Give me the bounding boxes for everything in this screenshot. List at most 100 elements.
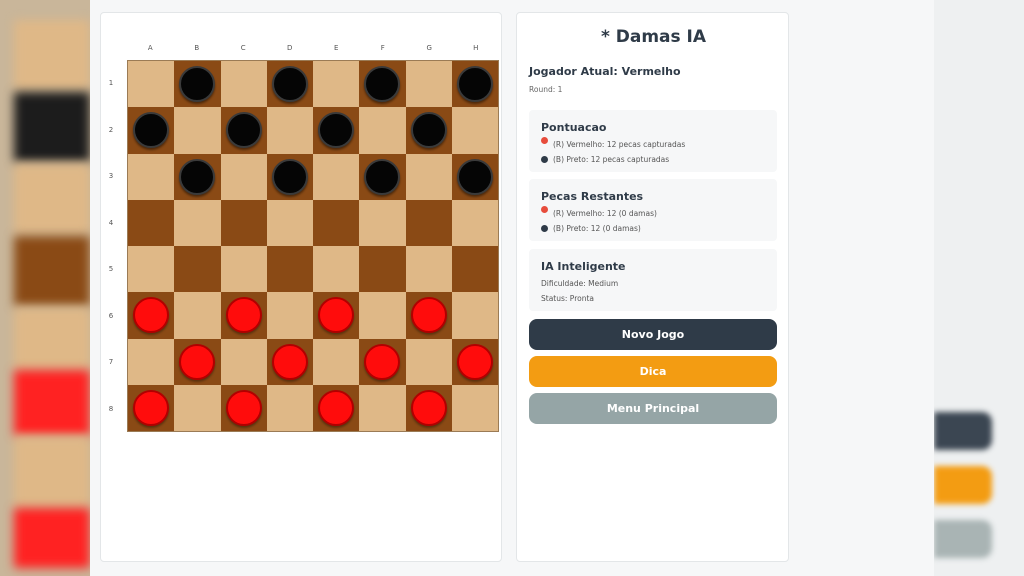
red-piece[interactable] <box>225 389 262 426</box>
board-square-c5[interactable] <box>220 246 267 293</box>
black-dot-icon <box>541 156 548 163</box>
blur-piece <box>14 92 90 162</box>
board-square-g5[interactable] <box>405 246 452 293</box>
board-square-b4[interactable] <box>174 199 221 246</box>
red-piece[interactable] <box>410 297 447 334</box>
board-square-c3[interactable] <box>220 153 267 200</box>
board-square-f3[interactable] <box>359 153 406 200</box>
board-square-h5[interactable] <box>451 246 498 293</box>
board-square-g4[interactable] <box>405 199 452 246</box>
board-square-d1[interactable] <box>266 61 313 108</box>
board-square-a7[interactable] <box>128 338 175 385</box>
board-square-d4[interactable] <box>266 199 313 246</box>
board-square-e7[interactable] <box>313 338 360 385</box>
column-label: C <box>240 44 246 52</box>
board-square-e4[interactable] <box>313 199 360 246</box>
black-piece[interactable] <box>364 158 401 195</box>
new-game-button[interactable]: Novo Jogo <box>529 319 777 350</box>
board-square-b2[interactable] <box>174 107 221 154</box>
board-square-c4[interactable] <box>220 199 267 246</box>
board-square-f6[interactable] <box>359 292 406 339</box>
board-square-e2[interactable] <box>313 107 360 154</box>
black-piece[interactable] <box>364 66 401 103</box>
board-square-g1[interactable] <box>405 61 452 108</box>
black-piece[interactable] <box>456 158 493 195</box>
red-piece[interactable] <box>133 389 170 426</box>
board-square-a8[interactable] <box>128 384 175 431</box>
board-square-a3[interactable] <box>128 153 175 200</box>
red-piece[interactable] <box>179 343 216 380</box>
board-square-b7[interactable] <box>174 338 221 385</box>
board-square-f8[interactable] <box>359 384 406 431</box>
board-square-a1[interactable] <box>128 61 175 108</box>
black-piece[interactable] <box>179 158 216 195</box>
board-square-f7[interactable] <box>359 338 406 385</box>
round-counter: Round: 1 <box>529 85 563 94</box>
board-square-h8[interactable] <box>451 384 498 431</box>
board-square-g3[interactable] <box>405 153 452 200</box>
board-square-d6[interactable] <box>266 292 313 339</box>
board-square-g2[interactable] <box>405 107 452 154</box>
red-piece[interactable] <box>271 343 308 380</box>
blur-square <box>14 20 90 90</box>
black-piece[interactable] <box>271 66 308 103</box>
black-piece[interactable] <box>318 112 355 149</box>
board-square-d2[interactable] <box>266 107 313 154</box>
hint-button[interactable]: Dica <box>529 356 777 387</box>
board-square-g6[interactable] <box>405 292 452 339</box>
board-square-a5[interactable] <box>128 246 175 293</box>
board-square-a2[interactable] <box>128 107 175 154</box>
black-piece[interactable] <box>133 112 170 149</box>
board-square-d3[interactable] <box>266 153 313 200</box>
blur-piece <box>14 370 90 436</box>
board-square-a4[interactable] <box>128 199 175 246</box>
board-square-c7[interactable] <box>220 338 267 385</box>
red-piece[interactable] <box>225 297 262 334</box>
board-square-g8[interactable] <box>405 384 452 431</box>
board-square-f4[interactable] <box>359 199 406 246</box>
black-piece[interactable] <box>271 158 308 195</box>
board-square-b5[interactable] <box>174 246 221 293</box>
board-square-f5[interactable] <box>359 246 406 293</box>
red-piece[interactable] <box>133 297 170 334</box>
board-square-b8[interactable] <box>174 384 221 431</box>
red-piece[interactable] <box>364 343 401 380</box>
red-piece[interactable] <box>456 343 493 380</box>
board-square-h1[interactable] <box>451 61 498 108</box>
red-piece[interactable] <box>318 297 355 334</box>
column-label: H <box>473 44 479 52</box>
board-square-e1[interactable] <box>313 61 360 108</box>
board-square-d7[interactable] <box>266 338 313 385</box>
board-square-d5[interactable] <box>266 246 313 293</box>
board-square-c6[interactable] <box>220 292 267 339</box>
board-square-f2[interactable] <box>359 107 406 154</box>
board-square-h6[interactable] <box>451 292 498 339</box>
remaining-black: (B) Preto: 12 (0 damas) <box>541 224 641 233</box>
black-piece[interactable] <box>410 112 447 149</box>
board-square-h4[interactable] <box>451 199 498 246</box>
checkers-board[interactable] <box>127 60 499 432</box>
board-square-e8[interactable] <box>313 384 360 431</box>
board-square-c1[interactable] <box>220 61 267 108</box>
board-square-a6[interactable] <box>128 292 175 339</box>
board-square-e3[interactable] <box>313 153 360 200</box>
board-square-f1[interactable] <box>359 61 406 108</box>
black-piece[interactable] <box>225 112 262 149</box>
board-square-c8[interactable] <box>220 384 267 431</box>
red-piece[interactable] <box>318 389 355 426</box>
black-piece[interactable] <box>456 66 493 103</box>
board-square-e6[interactable] <box>313 292 360 339</box>
board-square-h3[interactable] <box>451 153 498 200</box>
board-square-b1[interactable] <box>174 61 221 108</box>
board-square-g7[interactable] <box>405 338 452 385</box>
board-square-h7[interactable] <box>451 338 498 385</box>
board-square-c2[interactable] <box>220 107 267 154</box>
board-square-b6[interactable] <box>174 292 221 339</box>
board-square-e5[interactable] <box>313 246 360 293</box>
main-menu-button[interactable]: Menu Principal <box>529 393 777 424</box>
board-square-d8[interactable] <box>266 384 313 431</box>
board-square-h2[interactable] <box>451 107 498 154</box>
red-piece[interactable] <box>410 389 447 426</box>
black-piece[interactable] <box>179 66 216 103</box>
board-square-b3[interactable] <box>174 153 221 200</box>
